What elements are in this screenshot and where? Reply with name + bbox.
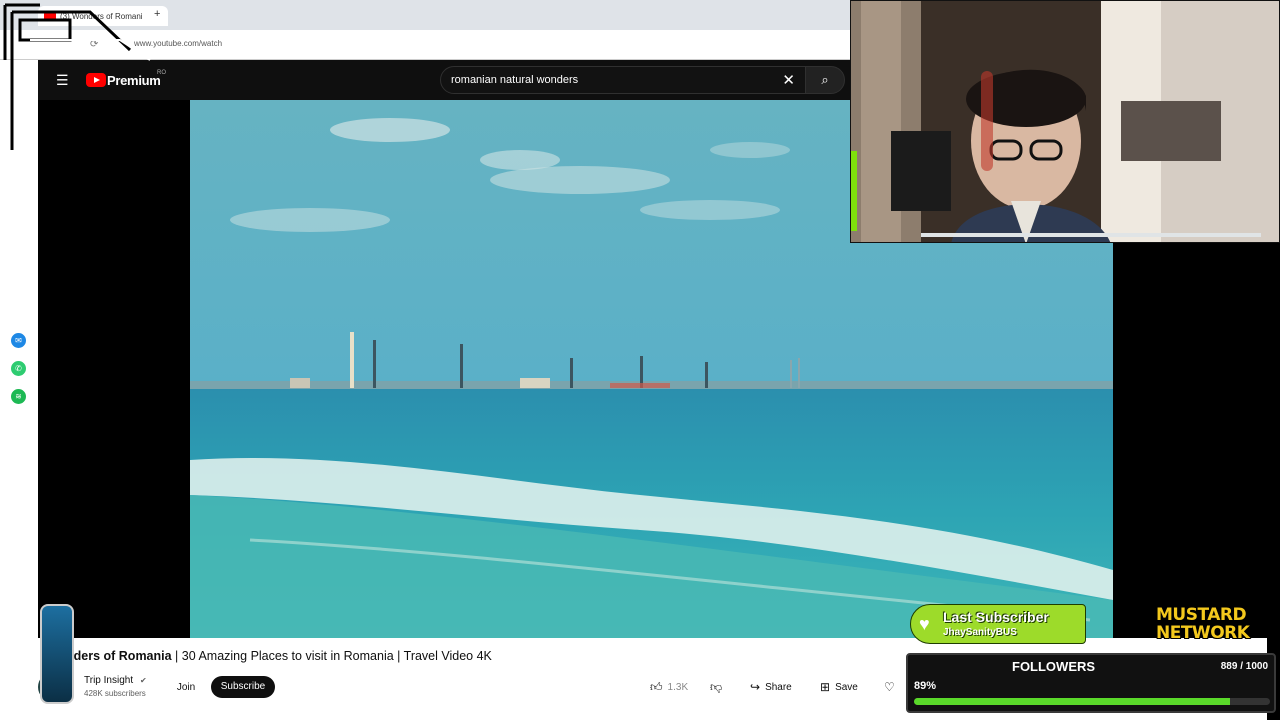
- webcam-frame-bar: [921, 233, 1261, 237]
- mustard-network-logo: MUSTARD NETWORK: [1156, 606, 1274, 644]
- heart-icon: ♥: [919, 614, 930, 634]
- dislike-button[interactable]: 👎︎: [710, 678, 722, 696]
- followers-progress-fill: [914, 698, 1231, 705]
- video-title: nders of Romania | 30 Amazing Places to …: [66, 649, 492, 663]
- search-icon: ⌕: [821, 72, 829, 87]
- followers-percent: 89%: [914, 680, 937, 692]
- followers-label: FOLLOWERS: [1012, 659, 1096, 674]
- followers-count: 889 / 1000: [1220, 661, 1268, 672]
- clear-search-icon[interactable]: ✕: [782, 71, 795, 89]
- subscriber-count: 428K subscribers: [84, 689, 146, 698]
- heart-dollar-icon: ♡: [884, 680, 895, 694]
- last-subscriber-name: JhaySanityBUS: [943, 627, 1017, 638]
- video-title-start: nders of Romania: [66, 649, 172, 663]
- last-subscriber-badge: ♥ Last Subscriber JhaySanityBUS: [910, 604, 1086, 644]
- overlay-frame-decoration: [3, 3, 151, 150]
- bookmark-icon: ⊞: [820, 680, 831, 694]
- search-query[interactable]: romanian natural wonders: [451, 74, 578, 86]
- network-logo-line1: MUSTARD: [1156, 605, 1247, 625]
- webcam-overlay: [850, 0, 1280, 243]
- like-count: 1.3K: [667, 681, 689, 693]
- messenger-icon[interactable]: ✉: [11, 333, 26, 348]
- search-input[interactable]: romanian natural wonders ✕: [440, 66, 806, 94]
- share-label: Share: [765, 681, 792, 693]
- thumbs-up-icon: 👍︎: [650, 679, 663, 694]
- like-button[interactable]: 👍︎ 1.3K: [650, 678, 688, 696]
- followers-goal-widget: FOLLOWERS 889 / 1000 89%: [906, 653, 1276, 713]
- last-subscriber-title: Last Subscriber: [943, 609, 1049, 625]
- subscribe-button[interactable]: Subscribe: [211, 676, 275, 698]
- network-logo-line2: NETWORK: [1156, 623, 1250, 643]
- streamer-channel-logo: [40, 604, 74, 704]
- spotify-icon[interactable]: ≋: [11, 389, 26, 404]
- whatsapp-icon[interactable]: ✆: [11, 361, 26, 376]
- search-button[interactable]: ⌕: [805, 66, 845, 94]
- save-label: Save: [835, 681, 858, 693]
- join-button[interactable]: Join: [171, 678, 201, 698]
- verified-icon: ✔: [140, 676, 147, 685]
- channel-name[interactable]: Trip Insight: [84, 675, 133, 686]
- share-button[interactable]: ↪ Share: [750, 678, 792, 696]
- share-icon: ↪: [750, 680, 761, 694]
- thumbs-down-icon: 👎︎: [710, 679, 723, 694]
- video-title-rest: | 30 Amazing Places to visit in Romania …: [171, 649, 492, 663]
- thanks-button[interactable]: ♡: [884, 678, 895, 696]
- followers-progress-track: [914, 698, 1270, 705]
- save-button[interactable]: ⊞ Save: [820, 678, 858, 696]
